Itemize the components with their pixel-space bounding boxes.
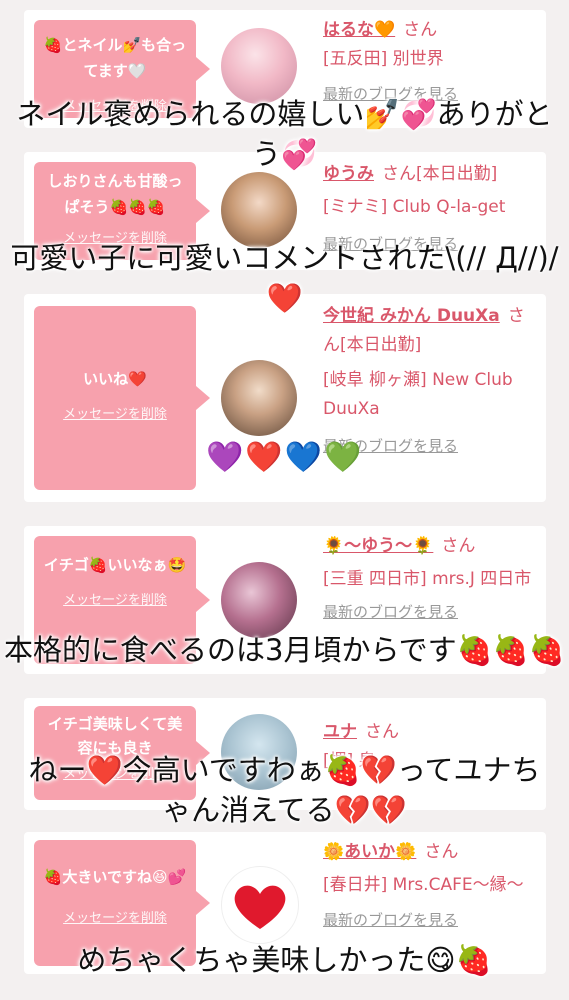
user-name-link[interactable]: 🌼あいか🌼 <box>323 842 416 862</box>
blog-link[interactable]: 最新のブログを見る <box>323 598 538 627</box>
shop-label[interactable]: [三重 四日市] mrs.J 四日市 <box>323 565 538 594</box>
user-name-link[interactable]: 🌻〜ゆう〜🌻 <box>323 536 433 556</box>
honorific: さん <box>441 536 476 556</box>
avatar[interactable] <box>221 360 297 436</box>
user-name-link[interactable]: ユナ <box>323 722 357 742</box>
honorific: さん <box>403 20 438 40</box>
shop-label[interactable]: [春日井] Mrs.CAFE〜縁〜 <box>323 871 538 900</box>
delete-message-link[interactable]: メッセージを削除 <box>42 588 188 614</box>
shop-label[interactable]: [五反田] 別世界 <box>323 45 538 74</box>
avatar[interactable] <box>221 172 297 248</box>
avatar[interactable] <box>221 28 297 104</box>
shop-label[interactable]: [岐阜 柳ヶ瀬] New Club DuuXa <box>323 366 538 424</box>
shop-label[interactable]: [ミナミ] Club Q-la-get <box>323 193 538 222</box>
honorific: さん <box>365 722 399 742</box>
heart-icon <box>234 885 286 929</box>
user-name-link[interactable]: はるな🧡 <box>323 20 395 40</box>
avatar[interactable] <box>221 866 299 944</box>
message-bubble: いいね❤️ メッセージを削除 <box>34 306 210 490</box>
overlay-caption: めちゃくちゃ美味しかった😋🍓 <box>77 943 492 977</box>
avatar[interactable] <box>221 562 297 638</box>
user-info: 今世紀 みかん DuuXa さん[本日出勤] [岐阜 柳ヶ瀬] New Club … <box>323 302 538 461</box>
user-info: 🌼あいか🌼 さん [春日井] Mrs.CAFE〜縁〜 最新のブログを見る <box>323 838 538 935</box>
message-text: イチゴ🍓いいなぁ🤩 <box>43 556 187 574</box>
honorific: さん <box>424 842 459 862</box>
overlay-caption: ネイル褒められるの嬉しい💅💞ありがとう💞 <box>16 97 553 171</box>
delete-message-link[interactable]: メッセージを削除 <box>42 906 188 932</box>
overlay-caption: 本格的に食べるのは3月頃からです🍓🍓🍓 <box>4 633 565 667</box>
message-text: 🍓大きいですね😆💕 <box>43 868 187 886</box>
overlay-caption: ねー❤️今高いですわぁ🍓💔ってユナちゃん消えてる💔💔 <box>28 753 541 827</box>
message-text: いいね❤️ <box>83 370 147 388</box>
blog-link[interactable]: 最新のブログを見る <box>323 906 538 935</box>
overlay-caption: 可愛い子に可愛いコメントされた\(// Д//)/❤️ <box>10 241 559 315</box>
message-text: 🍓とネイル💅も合ってます🤍 <box>43 36 187 80</box>
message-text: しおりさんも甘酸っぱそう🍓🍓🍓 <box>47 172 183 216</box>
delete-message-link[interactable]: メッセージを削除 <box>42 402 188 428</box>
hearts-emoji-row: 💜❤️💙💚 <box>206 440 364 475</box>
user-info: 🌻〜ゆう〜🌻 さん [三重 四日市] mrs.J 四日市 最新のブログを見る <box>323 532 538 627</box>
